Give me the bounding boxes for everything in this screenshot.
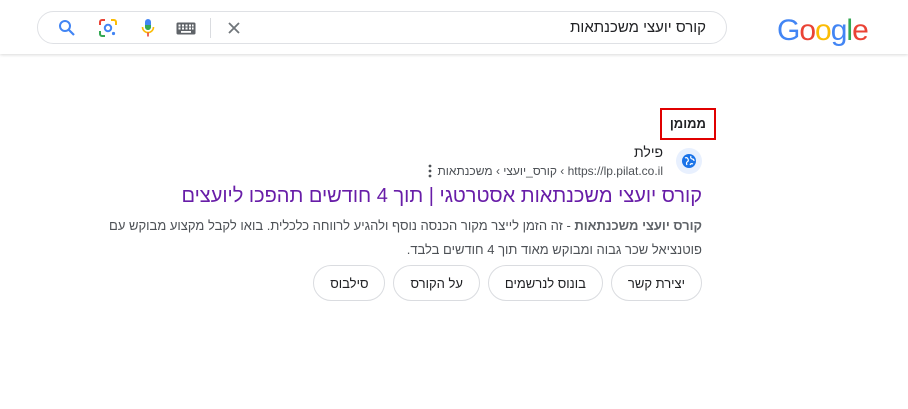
sitelink-about[interactable]: על הקורס bbox=[393, 265, 480, 301]
lens-icon[interactable] bbox=[98, 18, 118, 38]
header-bar: קורס יועצי משכנתאות Google bbox=[0, 0, 908, 54]
clear-icon[interactable] bbox=[226, 20, 242, 36]
ad-title-link[interactable]: קורס יועצי משכנתאות אסטרטגי | תוך 4 חודש… bbox=[181, 185, 702, 208]
sitelink-syllabus[interactable]: סילבוס bbox=[313, 265, 386, 301]
search-box[interactable]: קורס יועצי משכנתאות bbox=[37, 11, 727, 44]
site-favicon[interactable] bbox=[676, 148, 702, 174]
snippet-bold: קורס יועצי משכנתאות bbox=[574, 218, 702, 233]
globe-icon bbox=[682, 154, 696, 168]
logo-letter: e bbox=[852, 14, 869, 47]
logo-letter: G bbox=[777, 14, 800, 47]
logo-letter: o bbox=[815, 14, 832, 47]
keyboard-icon[interactable] bbox=[176, 22, 196, 35]
sponsored-label: ממומן bbox=[659, 108, 716, 140]
site-url[interactable]: https://lp.pilat.co.il › קורס_יועצי › מש… bbox=[438, 164, 663, 178]
search-icon[interactable] bbox=[58, 19, 76, 37]
google-logo[interactable]: Google bbox=[777, 14, 869, 48]
divider bbox=[210, 18, 211, 38]
more-options-icon[interactable] bbox=[425, 164, 435, 178]
logo-letter: g bbox=[830, 14, 848, 47]
sitelink-bonus[interactable]: בונוס לנרשמים bbox=[487, 265, 603, 301]
sitelink-contact[interactable]: יצירת קשר bbox=[610, 265, 702, 301]
site-name[interactable]: פילת bbox=[634, 144, 663, 160]
logo-letter: o bbox=[799, 14, 816, 47]
sitelinks: סילבוס על הקורס בונוס לנרשמים יצירת קשר bbox=[313, 265, 702, 301]
mic-icon[interactable] bbox=[141, 18, 155, 39]
search-input[interactable]: קורס יועצי משכנתאות bbox=[570, 19, 706, 36]
ad-snippet: קורס יועצי משכנתאות - זה הזמן לייצר מקור… bbox=[92, 214, 702, 262]
